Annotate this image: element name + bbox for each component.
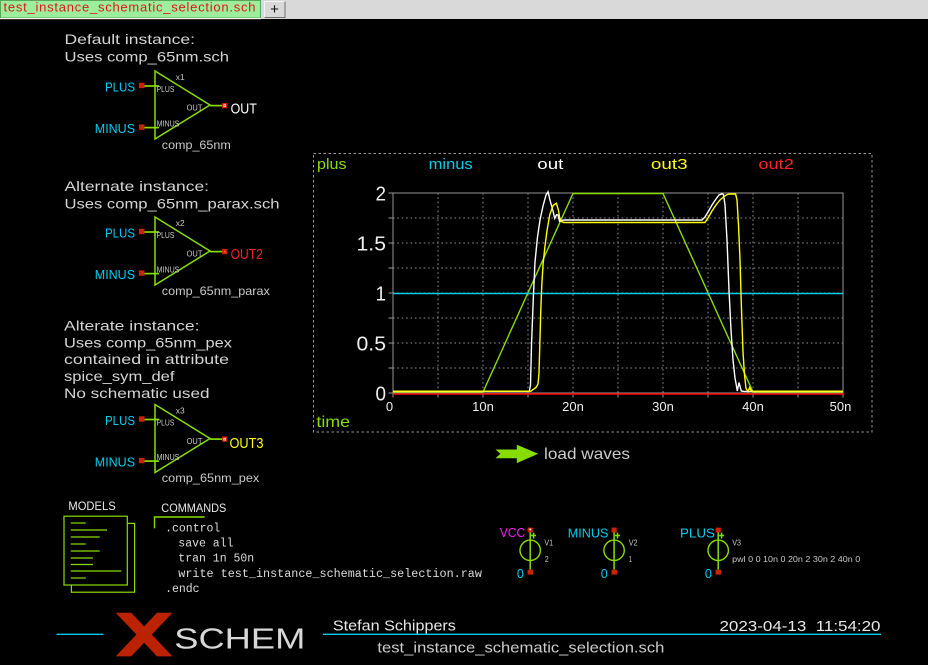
svg-text:Uses comp_65nm_pex: Uses comp_65nm_pex xyxy=(64,334,232,350)
svg-text:OUT2: OUT2 xyxy=(231,246,263,263)
svg-text:out: out xyxy=(537,156,564,173)
svg-text:0.5: 0.5 xyxy=(357,334,387,356)
svg-text:out2: out2 xyxy=(758,156,794,173)
svg-text:save all: save all xyxy=(178,538,233,551)
svg-text:comp_65nm_parax: comp_65nm_parax xyxy=(162,284,270,298)
svg-text:Uses comp_65nm.sch: Uses comp_65nm.sch xyxy=(65,48,230,64)
svg-text:minus: minus xyxy=(429,156,473,173)
svg-text:load waves: load waves xyxy=(544,446,630,463)
svg-text:x2: x2 xyxy=(176,219,185,228)
svg-text:tran 1n 50n: tran 1n 50n xyxy=(178,553,254,566)
svg-text:comp_65nm: comp_65nm xyxy=(162,138,231,152)
svg-text:test_instance_schematic_select: test_instance_schematic_selection.sch xyxy=(4,0,256,14)
svg-text:VCC: VCC xyxy=(500,525,526,540)
svg-text:time: time xyxy=(316,414,350,431)
svg-text:1.5: 1.5 xyxy=(357,234,387,256)
svg-text:Default instance:: Default instance: xyxy=(65,31,196,47)
svg-text:.endc: .endc xyxy=(165,583,200,596)
svg-text:V2: V2 xyxy=(629,539,638,548)
svg-text:No schematic used: No schematic used xyxy=(64,385,210,401)
svg-text:V3: V3 xyxy=(732,539,741,548)
svg-text:0: 0 xyxy=(376,384,387,406)
svg-text:Uses comp_65nm_parax.sch: Uses comp_65nm_parax.sch xyxy=(65,195,280,211)
svg-text:write test_instance_schematic_: write test_instance_schematic_selection.… xyxy=(178,568,482,581)
svg-text:MINUS: MINUS xyxy=(568,525,609,540)
svg-text:50n: 50n xyxy=(830,399,852,414)
svg-text:OUT: OUT xyxy=(231,100,257,117)
svg-text:40n: 40n xyxy=(742,399,764,414)
svg-text:out3: out3 xyxy=(651,156,688,173)
svg-text:20n: 20n xyxy=(562,399,584,414)
svg-text:+: + xyxy=(270,1,279,18)
svg-text:MODELS: MODELS xyxy=(68,499,115,513)
svg-text:COMMANDS: COMMANDS xyxy=(161,501,226,515)
svg-text:comp_65nm_pex: comp_65nm_pex xyxy=(162,471,259,485)
svg-text:0: 0 xyxy=(386,399,393,414)
svg-text:Alternate instance:: Alternate instance: xyxy=(65,178,210,194)
svg-text:2: 2 xyxy=(376,184,387,206)
svg-text:PLUS: PLUS xyxy=(680,525,715,540)
svg-text:spice_sym_def: spice_sym_def xyxy=(64,368,175,384)
svg-text:2: 2 xyxy=(545,555,549,564)
svg-text:.control: .control xyxy=(165,523,220,536)
svg-text:Stefan Schippers: Stefan Schippers xyxy=(333,618,456,635)
svg-text:plus: plus xyxy=(317,156,347,173)
svg-text:contained in attribute: contained in attribute xyxy=(64,351,229,367)
svg-text:2023-04-13 11:54:20: 2023-04-13 11:54:20 xyxy=(720,618,881,635)
svg-text:Alterate instance:: Alterate instance: xyxy=(64,317,200,333)
svg-text:1: 1 xyxy=(376,284,387,306)
svg-text:test_instance_schematic_select: test_instance_schematic_selection.sch xyxy=(377,640,664,657)
svg-text:OUT3: OUT3 xyxy=(230,435,264,452)
svg-text:1: 1 xyxy=(629,555,633,564)
svg-text:pwl 0 0 10n 0 20n 2 30n 2 40n: pwl 0 0 10n 0 20n 2 30n 2 40n 0 xyxy=(732,555,861,564)
svg-text:SCHEM: SCHEM xyxy=(174,623,305,655)
svg-text:x1: x1 xyxy=(176,73,185,82)
svg-text:V1: V1 xyxy=(544,538,553,547)
svg-text:10n: 10n xyxy=(472,399,494,414)
svg-text:30n: 30n xyxy=(652,399,674,414)
svg-text:x3: x3 xyxy=(176,407,185,416)
